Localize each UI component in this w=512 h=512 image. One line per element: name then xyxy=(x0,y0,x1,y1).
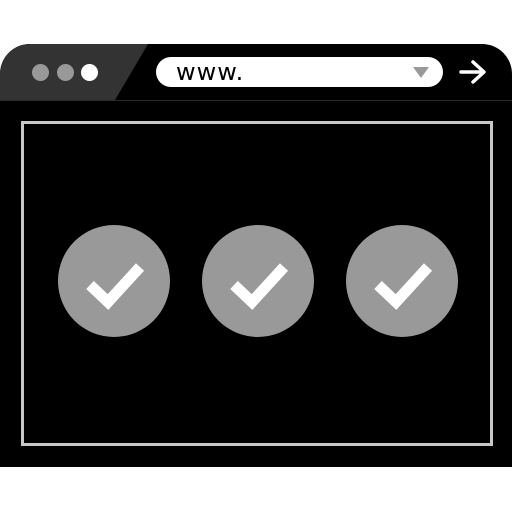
triangle-down-icon[interactable] xyxy=(413,67,429,78)
go-button[interactable] xyxy=(456,56,490,88)
check-item-1 xyxy=(58,225,170,337)
browser-window: www. xyxy=(0,44,512,467)
window-dot-3[interactable] xyxy=(81,64,98,81)
checkmark-icon xyxy=(86,263,145,310)
check-item-2 xyxy=(202,225,314,337)
window-dot-2[interactable] xyxy=(57,64,74,81)
address-bar[interactable]: www. xyxy=(156,57,443,87)
page: www. xyxy=(0,0,512,512)
address-text: www. xyxy=(176,58,245,86)
checkmark-icon xyxy=(230,263,289,310)
checkmark-icon xyxy=(374,263,433,310)
content-area xyxy=(21,121,493,446)
check-item-3 xyxy=(346,225,458,337)
window-dot-1[interactable] xyxy=(32,64,49,81)
arrow-right-icon xyxy=(459,60,486,84)
